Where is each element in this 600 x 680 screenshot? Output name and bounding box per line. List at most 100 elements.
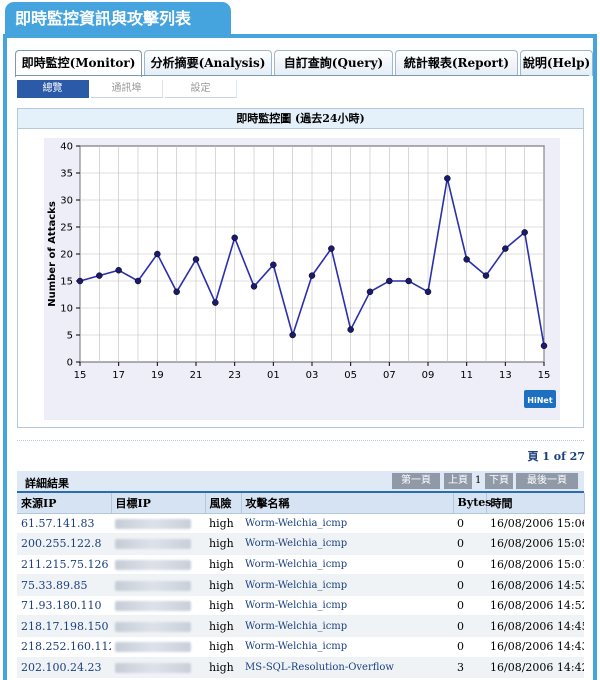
src-ip-cell[interactable]: 61.57.141.83 (17, 513, 111, 535)
src-ip-cell[interactable]: 71.93.180.110 (17, 595, 111, 617)
attack-name-cell[interactable]: Worm-Welchia_icmp (241, 513, 453, 535)
bytes-cell: 0 (453, 554, 486, 576)
tab-help[interactable]: 說明(Help) (520, 50, 593, 76)
table-row[interactable]: 218.252.160.112 high Worm-Welchia_icmp 0 16/… (17, 636, 584, 658)
data-point (250, 283, 258, 290)
x-tick-label: 15 (538, 370, 551, 381)
prev-page-button[interactable]: 上頁 (444, 473, 472, 489)
dst-ip-cell (111, 636, 205, 658)
data-point (424, 288, 432, 296)
dst-ip-cell (111, 657, 205, 679)
first-page-button[interactable]: 第一頁 (392, 473, 440, 489)
col-src-ip[interactable]: 來源IP (17, 493, 112, 514)
redacted-ip (115, 642, 191, 653)
x-tick-label: 19 (151, 370, 164, 381)
redacted-ip (115, 539, 191, 550)
tab-monitor[interactable]: 即時監控(Monitor) (15, 50, 142, 77)
y-tick-label: 15 (60, 277, 73, 288)
col-time[interactable]: 時間 (486, 493, 585, 514)
table-row[interactable]: 71.93.180.110 high Worm-Welchia_icmp 0 16/08… (17, 595, 584, 617)
x-tick-label: 11 (460, 370, 473, 381)
src-ip-cell[interactable]: 218.252.160.112 (17, 636, 111, 658)
window-title: 即時監控資訊與攻擊列表 (5, 2, 231, 36)
main-frame: 即時監控(Monitor) 分析摘要(Analysis) 自訂查詢(Query)… (3, 34, 597, 680)
time-cell: 16/08/2006 14:43:17 (486, 636, 584, 658)
data-point (96, 272, 103, 279)
tab-report[interactable]: 統計報表(Report) (395, 50, 518, 76)
table-row[interactable]: 202.100.24.23 high MS-SQL-Resolution-Overf… (17, 657, 584, 679)
table-header-row: 來源IP 目標IP 風險 攻擊名稱 Bytes 時間 (17, 493, 585, 514)
table-row[interactable]: 218.17.198.150 high Worm-Welchia_icmp 0 16/0… (17, 615, 584, 638)
last-page-button[interactable]: 最後一頁 (516, 473, 578, 489)
subtab-settings[interactable]: 設定 (165, 80, 237, 98)
table-row[interactable]: 75.33.89.85 high Worm-Welchia_icmp 0 16/08/2… (17, 574, 584, 596)
risk-cell: high (205, 574, 241, 596)
attack-name-cell[interactable]: MS-SQL-Resolution-Overflow (241, 657, 453, 679)
attack-name-cell[interactable]: Worm-Welchia_icmp (241, 574, 453, 596)
attack-name-cell[interactable]: Worm-Welchia_icmp (241, 533, 453, 555)
results-header: 詳細結果 第一頁 上頁 1 下頁 最後一頁 (17, 471, 584, 493)
risk-cell: high (205, 657, 241, 679)
risk-cell: high (205, 554, 241, 576)
bytes-cell: 0 (453, 615, 486, 638)
bytes-cell: 0 (453, 595, 486, 617)
data-point (270, 261, 277, 269)
time-cell: 16/08/2006 14:45:52 (486, 615, 584, 638)
data-point (405, 277, 412, 285)
src-ip-cell[interactable]: 211.215.75.126 (17, 554, 111, 576)
attack-name-cell[interactable]: Worm-Welchia_icmp (241, 636, 453, 658)
hinet-logo-text: HiNet (527, 396, 553, 405)
data-point (231, 234, 238, 242)
next-page-button[interactable]: 下頁 (485, 473, 513, 489)
data-point (366, 288, 374, 296)
redacted-ip (115, 601, 191, 612)
risk-cell: high (205, 615, 241, 638)
x-tick-label: 13 (499, 370, 512, 381)
table-row[interactable]: 211.215.75.126 high Worm-Welchia_icmp 0 16/0… (17, 554, 584, 576)
bytes-cell: 0 (453, 636, 486, 658)
attack-name-cell[interactable]: Worm-Welchia_icmp (241, 554, 453, 576)
src-ip-cell[interactable]: 218.17.198.150 (17, 615, 111, 638)
page-count: 頁 1 of 27 (527, 450, 585, 463)
data-point (444, 175, 451, 182)
risk-cell: high (205, 636, 241, 658)
time-cell: 16/08/2006 15:05:43 (486, 533, 584, 555)
tab-analysis[interactable]: 分析摘要(Analysis) (144, 50, 272, 76)
data-point (308, 272, 316, 279)
attack-name-cell[interactable]: Worm-Welchia_icmp (241, 615, 453, 638)
subtab-overview[interactable]: 總覽 (17, 80, 89, 98)
src-ip-cell[interactable]: 75.33.89.85 (17, 574, 111, 596)
col-risk[interactable]: 風險 (205, 493, 242, 514)
y-tick-label: 10 (60, 304, 73, 315)
col-attack-name[interactable]: 攻擊名稱 (241, 493, 454, 514)
time-cell: 16/08/2006 14:42:27 (486, 657, 584, 679)
data-point (463, 256, 470, 263)
table-row[interactable]: 61.57.141.83 high Worm-Welchia_icmp 0 16/08/… (17, 513, 584, 535)
monitor-chart-panel: 即時監控圖 (過去24小時) 0 5 10 15 20 25 30 35 40 15 17 19 21 2… (17, 108, 584, 428)
x-tick-label: 21 (190, 370, 203, 381)
data-point (115, 266, 122, 274)
dst-ip-cell (111, 574, 205, 596)
dst-ip-cell (111, 533, 205, 555)
col-bytes[interactable]: Bytes (453, 493, 491, 514)
src-ip-cell[interactable]: 200.255.122.8 (17, 533, 111, 555)
pager: 第一頁 上頁 1 下頁 最後一頁 (392, 473, 578, 489)
src-ip-cell[interactable]: 202.100.24.23 (17, 657, 111, 679)
attack-name-cell[interactable]: Worm-Welchia_icmp (241, 595, 453, 617)
chart-title: 即時監控圖 (過去24小時) (18, 109, 583, 129)
bytes-cell: 0 (453, 513, 486, 535)
x-tick-label: 07 (383, 370, 396, 381)
x-tick-label: 01 (267, 370, 280, 381)
y-tick-label: 0 (67, 358, 73, 369)
col-dst-ip[interactable]: 目標IP (111, 493, 206, 514)
tab-query[interactable]: 自訂查詢(Query) (274, 50, 393, 76)
results-panel: 詳細結果 第一頁 上頁 1 下頁 最後一頁 來源IP 目標IP 風險 攻擊名稱 (17, 471, 585, 679)
redacted-ip (115, 580, 191, 591)
x-tick-label: 15 (74, 370, 87, 381)
table-row[interactable]: 200.255.122.8 high Worm-Welchia_icmp 0 16/08… (17, 533, 584, 555)
y-tick-label: 40 (60, 142, 73, 153)
subtab-ports[interactable]: 通訊埠 (91, 80, 163, 98)
y-tick-label: 35 (60, 169, 73, 180)
data-point (540, 342, 548, 350)
data-point (482, 272, 490, 279)
